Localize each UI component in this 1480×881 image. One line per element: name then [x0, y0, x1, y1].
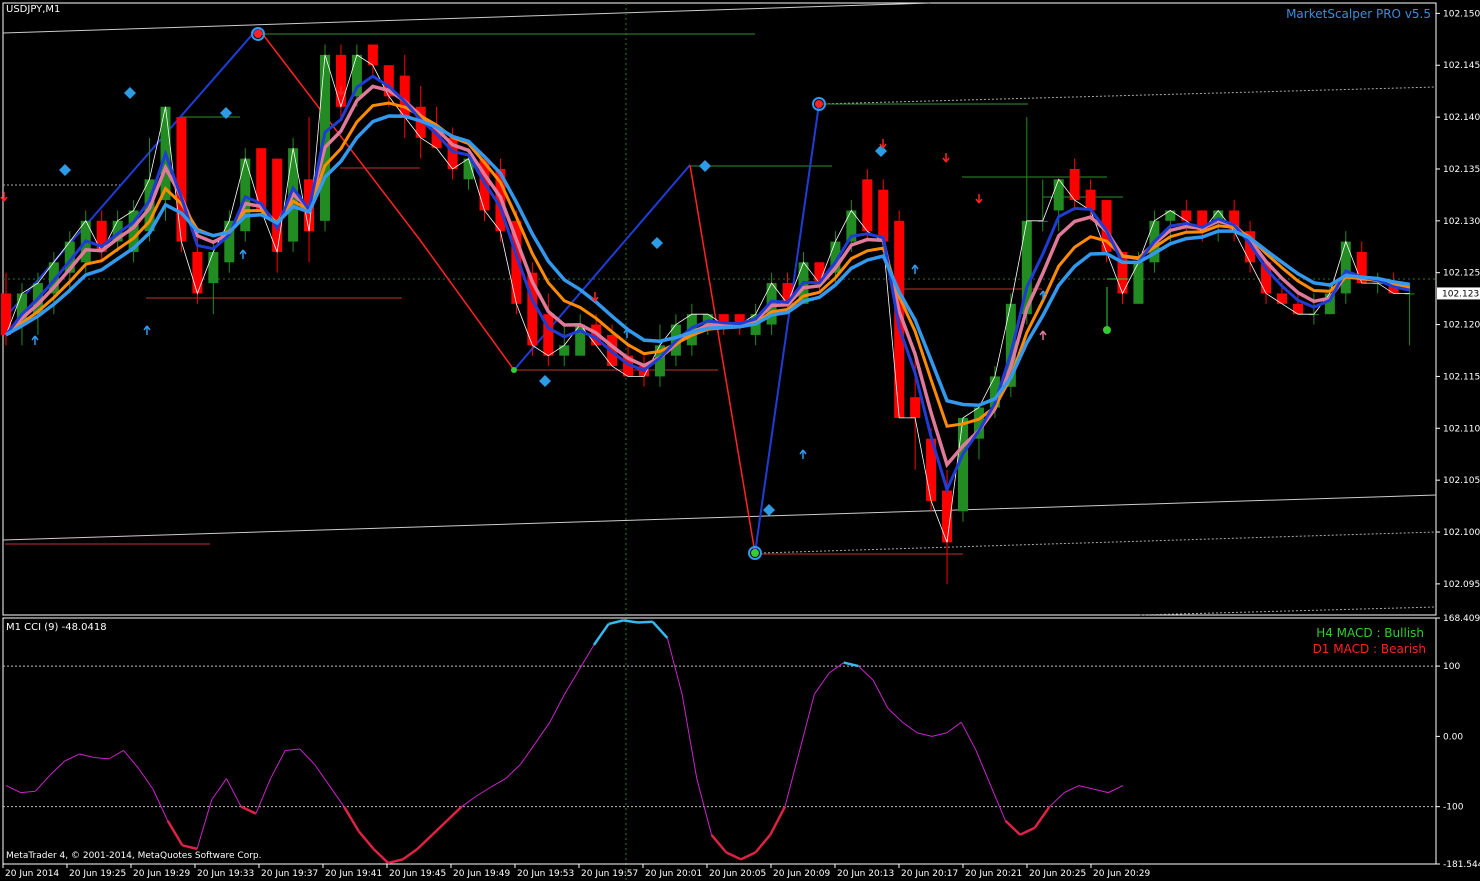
time-label: 20 Jun 20:29 [1093, 869, 1150, 879]
bear-candle [335, 54, 346, 107]
current-price-label: 102.123 [1442, 289, 1479, 299]
price-label: 102.100 [1443, 528, 1480, 538]
time-label: 20 Jun 19:49 [453, 869, 510, 879]
bull-candle [1165, 210, 1176, 221]
time-label: 20 Jun 19:57 [581, 869, 638, 879]
price-label: 102.135 [1443, 165, 1480, 175]
cci-segment [637, 620, 653, 624]
price-label: 102.110 [1443, 424, 1480, 434]
cci-axis-label: 168.4093 [1443, 614, 1480, 624]
bear-candle [272, 158, 283, 252]
time-label: 20 Jun 20:21 [965, 869, 1022, 879]
bear-candle [176, 117, 187, 242]
price-label: 102.120 [1443, 321, 1480, 331]
price-label: 102.130 [1443, 217, 1480, 227]
bear-candle [878, 189, 889, 242]
price-label: 102.095 [1443, 580, 1480, 590]
cci-axis-label: -100 [1443, 803, 1464, 813]
symbol-title: USDJPY,M1 [6, 4, 61, 15]
price-label: 102.105 [1443, 476, 1480, 486]
swing-low-dot-icon [511, 367, 517, 373]
bear-candle [1181, 210, 1192, 221]
bear-candle [367, 44, 378, 66]
bear-candle [1277, 293, 1287, 304]
time-label: 20 Jun 19:33 [197, 869, 254, 879]
cci-axis-label: 100 [1443, 662, 1460, 672]
time-label: 20 Jun 20:01 [645, 869, 702, 879]
target-dot-icon [1103, 326, 1111, 334]
swing-low-dot-icon [751, 549, 759, 557]
bear-candle [1085, 189, 1096, 211]
indicator-title: MarketScalper PRO v5.5 [1286, 7, 1431, 21]
bear-candle [1292, 303, 1303, 315]
price-label: 102.125 [1443, 269, 1480, 279]
time-label: 20 Jun 20:25 [1029, 869, 1086, 879]
time-label: 20 Jun 19:45 [389, 869, 446, 879]
bull-candle [208, 251, 219, 284]
time-label: 20 Jun 19:29 [133, 869, 190, 879]
time-label: 20 Jun 19:37 [261, 869, 318, 879]
time-label: 20 Jun 19:41 [325, 869, 382, 879]
time-label: 20 Jun 2014 [5, 869, 59, 879]
time-label: 20 Jun 19:53 [517, 869, 574, 879]
swing-high-dot-icon [254, 30, 262, 38]
price-label: 102.115 [1443, 372, 1480, 382]
macd-d1-status: D1 MACD : Bearish [1312, 642, 1426, 656]
bear-candle [910, 397, 921, 418]
time-label: 20 Jun 20:05 [709, 869, 766, 879]
price-label: 102.145 [1443, 61, 1480, 71]
cci-axis-label: -181.5443 [1443, 860, 1480, 870]
time-label: 20 Jun 20:17 [901, 869, 958, 879]
trading-chart[interactable]: 102.150 102.145 102.140 102.135 102.130 102.1… [0, 0, 1480, 881]
time-label: 20 Jun 20:09 [773, 869, 830, 879]
bull-candle [1340, 241, 1351, 294]
bear-candle [192, 251, 203, 294]
price-label: 102.150 [1443, 9, 1480, 19]
bear-candle [862, 179, 873, 232]
time-label: 20 Jun 20:13 [837, 869, 894, 879]
swing-high-dot-icon [815, 100, 823, 108]
copyright-text: MetaTrader 4, © 2001-2014, MetaQuotes So… [6, 851, 262, 861]
time-label: 20 Jun 19:25 [69, 869, 126, 879]
bull-candle [559, 345, 570, 356]
macd-h4-status: H4 MACD : Bullish [1316, 626, 1424, 640]
price-label: 102.140 [1443, 113, 1480, 123]
cci-axis-label: 0.00 [1443, 732, 1463, 742]
cci-title: M1 CCI (9) -48.0418 [6, 622, 107, 633]
